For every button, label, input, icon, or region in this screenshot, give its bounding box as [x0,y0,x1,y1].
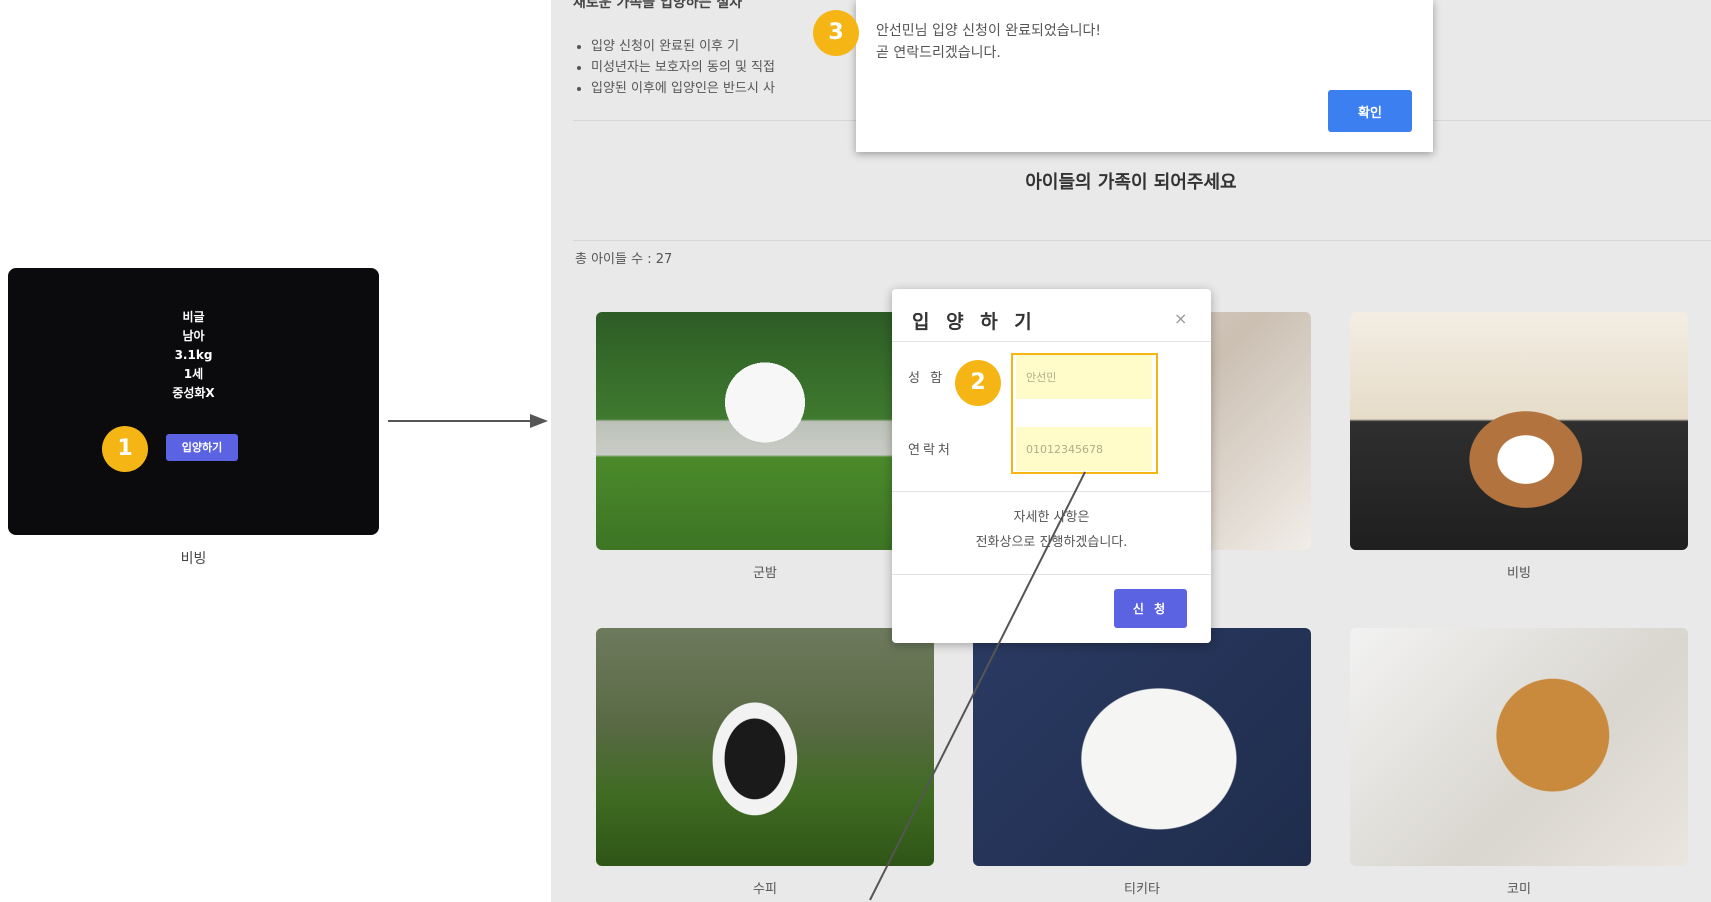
notice-item: 미성년자는 보호자의 동의 및 직접 [591,57,775,78]
flow-arrow-line [388,420,530,422]
pet-card-caption: 비빙 [180,551,207,567]
divider [573,240,1711,241]
contact-input[interactable] [1016,427,1152,471]
pet-age: 1세 [183,367,204,381]
close-icon[interactable]: × [1174,309,1187,328]
pet-photo-tikita[interactable] [973,628,1311,866]
submit-button[interactable]: 신 청 [1114,589,1187,628]
modal-divider [892,491,1211,492]
modal-divider [892,574,1211,575]
adopt-button[interactable]: 입양하기 [166,434,238,461]
pet-breed: 비글 [182,310,205,324]
pet-gender: 남아 [182,329,205,343]
pet-weight: 3.1kg [174,348,213,362]
notice-item: 입양 신청이 완료된 이후 기 [591,36,775,57]
pet-name: 수피 [753,882,777,897]
flow-arrow-head-icon [530,414,548,428]
pet-photo-bibing[interactable] [1350,312,1688,550]
pet-name: 티키타 [1124,882,1160,897]
section-title: 아이들의 가족이 되어주세요 [1025,172,1237,193]
pet-photo-komi[interactable] [1350,628,1688,866]
pet-photo-supi[interactable] [596,628,934,866]
alert-message: 안선민님 입양 신청이 완료되었습니다! 곧 연락드리겠습니다. [876,20,1101,64]
modal-divider [892,341,1211,342]
notice-list: 입양 신청이 완료된 이후 기 미성년자는 보호자의 동의 및 직접 입양된 이… [591,36,775,99]
alert-dialog: 안선민님 입양 신청이 완료되었습니다! 곧 연락드리겠습니다. 확인 [856,0,1433,152]
pet-name: 군밤 [753,566,777,581]
modal-title: 입 양 하 기 [912,311,1037,333]
modal-description-line: 자세한 사항은 [1013,510,1090,525]
name-label: 성 함 [908,371,946,386]
step-badge-1: 1 [102,426,148,472]
alert-ok-button[interactable]: 확인 [1328,90,1412,132]
alert-message-line: 곧 연락드리겠습니다. [876,45,1001,61]
pet-detail-info: 비글 남아 3.1kg 1세 중성화X [8,308,379,403]
step-badge-2: 2 [955,360,1001,406]
notice-heading: 새로운 가족을 입양하는 절차 [573,0,743,11]
total-count: 총 아이들 수 : 27 [575,252,673,267]
contact-label: 연락처 [908,443,953,458]
modal-description-line: 전화상으로 진행하겠습니다. [975,535,1128,550]
modal-description: 자세한 사항은 전화상으로 진행하겠습니다. [892,505,1211,555]
pet-detail-card: 비글 남아 3.1kg 1세 중성화X 입양하기 [8,268,379,535]
pet-name: 비빙 [1507,566,1531,581]
name-input[interactable] [1016,355,1152,399]
adopt-modal: 입 양 하 기 × 성 함 연락처 자세한 사항은 전화상으로 진행하겠습니다.… [892,289,1211,643]
alert-message-line: 안선민님 입양 신청이 완료되었습니다! [876,23,1102,39]
notice-item: 입양된 이후에 입양인은 반드시 사 [591,78,775,99]
pet-name: 코미 [1507,882,1531,897]
step-badge-3: 3 [813,10,859,56]
pet-neutered: 중성화X [172,386,215,400]
pet-photo-gunbam[interactable] [596,312,934,550]
